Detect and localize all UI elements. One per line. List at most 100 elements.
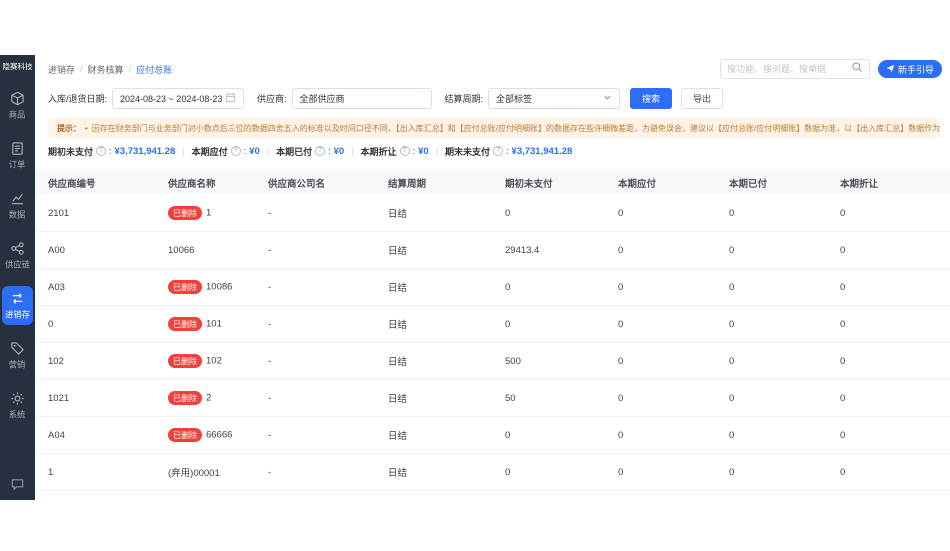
- date-range-picker[interactable]: 2024-08-23 ~ 2024-08-23: [112, 88, 244, 109]
- table-row[interactable]: A03 已删除10086 - 日结 0 0 0 0: [35, 269, 950, 306]
- column-header: 结算周期: [388, 176, 505, 190]
- guide-button[interactable]: 新手引导: [878, 60, 942, 78]
- supplier-filter-input[interactable]: 全部供应商: [292, 88, 432, 109]
- table-row[interactable]: 1021 已删除2 - 日结 50 0 0 0: [35, 380, 950, 417]
- period-paid-value: 0: [729, 393, 840, 404]
- main-content: 进销存 财务核算 应付总账 新手引导: [35, 55, 950, 500]
- date-range-value: 2024-08-23 ~ 2024-08-23: [120, 94, 222, 104]
- sidebar-item-marketing[interactable]: 营销: [2, 336, 33, 375]
- summary-value: ¥0: [334, 146, 345, 157]
- order-list-icon: [10, 141, 25, 156]
- export-button[interactable]: 导出: [681, 88, 723, 109]
- cycle-filter-value: 全部标签: [496, 92, 532, 105]
- colon: [506, 146, 509, 156]
- summary-divider: [351, 146, 353, 156]
- summary-closing-unpaid: 期末未支付 ¥3,731,941.28: [445, 145, 572, 158]
- supplier-name: (弃用)00001: [168, 465, 268, 479]
- table-row[interactable]: A00 10066 - 日结 29413.4 0 0 0: [35, 232, 950, 269]
- sidebar-item-orders[interactable]: 订单: [2, 136, 33, 175]
- supplier-filter-label: 供应商:: [257, 92, 287, 105]
- help-chat-icon[interactable]: [10, 473, 25, 500]
- summary-divider: [267, 146, 269, 156]
- cycle-filter-select[interactable]: 全部标签: [488, 88, 620, 109]
- tag-icon: [10, 341, 25, 356]
- chart-icon: [10, 191, 25, 206]
- summary-value: ¥0: [249, 146, 260, 157]
- search-icon[interactable]: [851, 60, 863, 78]
- breadcrumb: 进销存 财务核算 应付总账: [48, 63, 172, 76]
- sidebar-item-data[interactable]: 数据: [2, 186, 33, 225]
- supplier-name-text: 66666: [206, 430, 232, 441]
- sidebar-item-label: 系统: [9, 409, 26, 421]
- info-icon[interactable]: [96, 146, 106, 156]
- breadcrumb-separator: [80, 64, 83, 74]
- table-row[interactable]: A04 已删除66666 - 日结 0 0 0 0: [35, 417, 950, 454]
- cycle-filter-label: 结算周期:: [445, 92, 484, 105]
- period-discount-value: 0: [840, 467, 950, 478]
- supplier-code: 0: [48, 319, 168, 330]
- sidebar-item-system[interactable]: 系统: [2, 386, 33, 425]
- notice-banner: 提示： • 因存在财务部门与业务部门对小数点后三位的数据四舍五入的标准以及时间口…: [48, 118, 940, 138]
- search-input[interactable]: [727, 64, 851, 74]
- info-icon[interactable]: [493, 146, 503, 156]
- summary-value: ¥0: [418, 146, 429, 157]
- period-paid-value: 0: [729, 467, 840, 478]
- summary-label: 本期应付: [192, 145, 228, 158]
- supplier-code: 102: [48, 356, 168, 367]
- period-discount-value: 0: [840, 245, 950, 256]
- table-row[interactable]: 2101 已删除1 - 日结 0 0 0 0: [35, 195, 950, 232]
- summary-divider: [436, 146, 438, 156]
- breadcrumb-item[interactable]: 进销存: [48, 63, 75, 76]
- sidebar-item-label: 订单: [9, 159, 26, 171]
- supplier-name-text: (弃用)00001: [168, 468, 220, 479]
- suppliers-table: 供应商编号 供应商名称 供应商公司名 结算周期 期初未支付 本期应付 本期已付 …: [35, 170, 950, 491]
- calendar-icon: [225, 92, 236, 105]
- sidebar-item-goods[interactable]: 商品: [2, 86, 33, 125]
- table-row[interactable]: 0 已删除101 - 日结 0 0 0 0: [35, 306, 950, 343]
- sidebar-item-supply-chain[interactable]: 供应链: [2, 236, 33, 275]
- sidebar-item-inventory[interactable]: 进销存: [2, 286, 33, 325]
- info-icon[interactable]: [315, 146, 325, 156]
- opening-unpaid-value: 0: [505, 319, 618, 330]
- global-search-box[interactable]: [720, 59, 870, 79]
- breadcrumb-item-current: 应付总账: [136, 63, 172, 76]
- column-header: 供应商公司名: [268, 176, 388, 190]
- supplier-name-text: 102: [206, 356, 222, 367]
- summary-divider: [182, 146, 184, 156]
- app-window: 隐赛科技 商品 订单 数据: [0, 55, 950, 500]
- table-row[interactable]: 1 (弃用)00001 - 日结 0 0 0 0: [35, 454, 950, 491]
- gear-icon: [10, 391, 25, 406]
- table-row[interactable]: 102 已删除102 - 日结 500 0 0 0: [35, 343, 950, 380]
- period-discount-value: 0: [840, 319, 950, 330]
- breadcrumb-separator: [129, 64, 132, 74]
- column-header: 供应商编号: [48, 176, 168, 190]
- search-button[interactable]: 搜索: [630, 88, 672, 109]
- breadcrumb-item[interactable]: 财务核算: [88, 63, 124, 76]
- period-discount-value: 0: [840, 393, 950, 404]
- opening-unpaid-value: 0: [505, 208, 618, 219]
- filter-bar: 入库/退货日期: 2024-08-23 ~ 2024-08-23 供应商: 全部…: [35, 83, 950, 116]
- sidebar-item-label: 营销: [9, 359, 26, 371]
- deleted-badge: 已删除: [168, 317, 202, 331]
- summary-label: 本期折让: [361, 145, 397, 158]
- supplier-name: 已删除66666: [168, 428, 268, 442]
- colon: [244, 146, 247, 156]
- topbar-right: 新手引导: [720, 59, 942, 79]
- summary-opening-unpaid: 期初未支付 ¥3,731,941.28: [48, 145, 175, 158]
- info-icon[interactable]: [231, 146, 241, 156]
- supplier-name: 10066: [168, 245, 268, 256]
- app-logo: 隐赛科技: [2, 55, 34, 74]
- summary-period-payable: 本期应付 ¥0: [192, 145, 260, 158]
- supplier-name: 已删除102: [168, 354, 268, 368]
- summary-value: ¥3,731,941.28: [115, 146, 176, 157]
- opening-unpaid-value: 0: [505, 282, 618, 293]
- info-icon[interactable]: [400, 146, 410, 156]
- period-payable-value: 0: [618, 467, 729, 478]
- topbar: 进销存 财务核算 应付总账 新手引导: [35, 55, 950, 83]
- supplier-name-text: 2: [206, 393, 211, 404]
- period-paid-value: 0: [729, 319, 840, 330]
- deleted-badge: 已删除: [168, 206, 202, 220]
- supplier-company: -: [268, 430, 388, 441]
- settlement-cycle: 日结: [388, 206, 505, 220]
- supplier-code: 2101: [48, 208, 168, 219]
